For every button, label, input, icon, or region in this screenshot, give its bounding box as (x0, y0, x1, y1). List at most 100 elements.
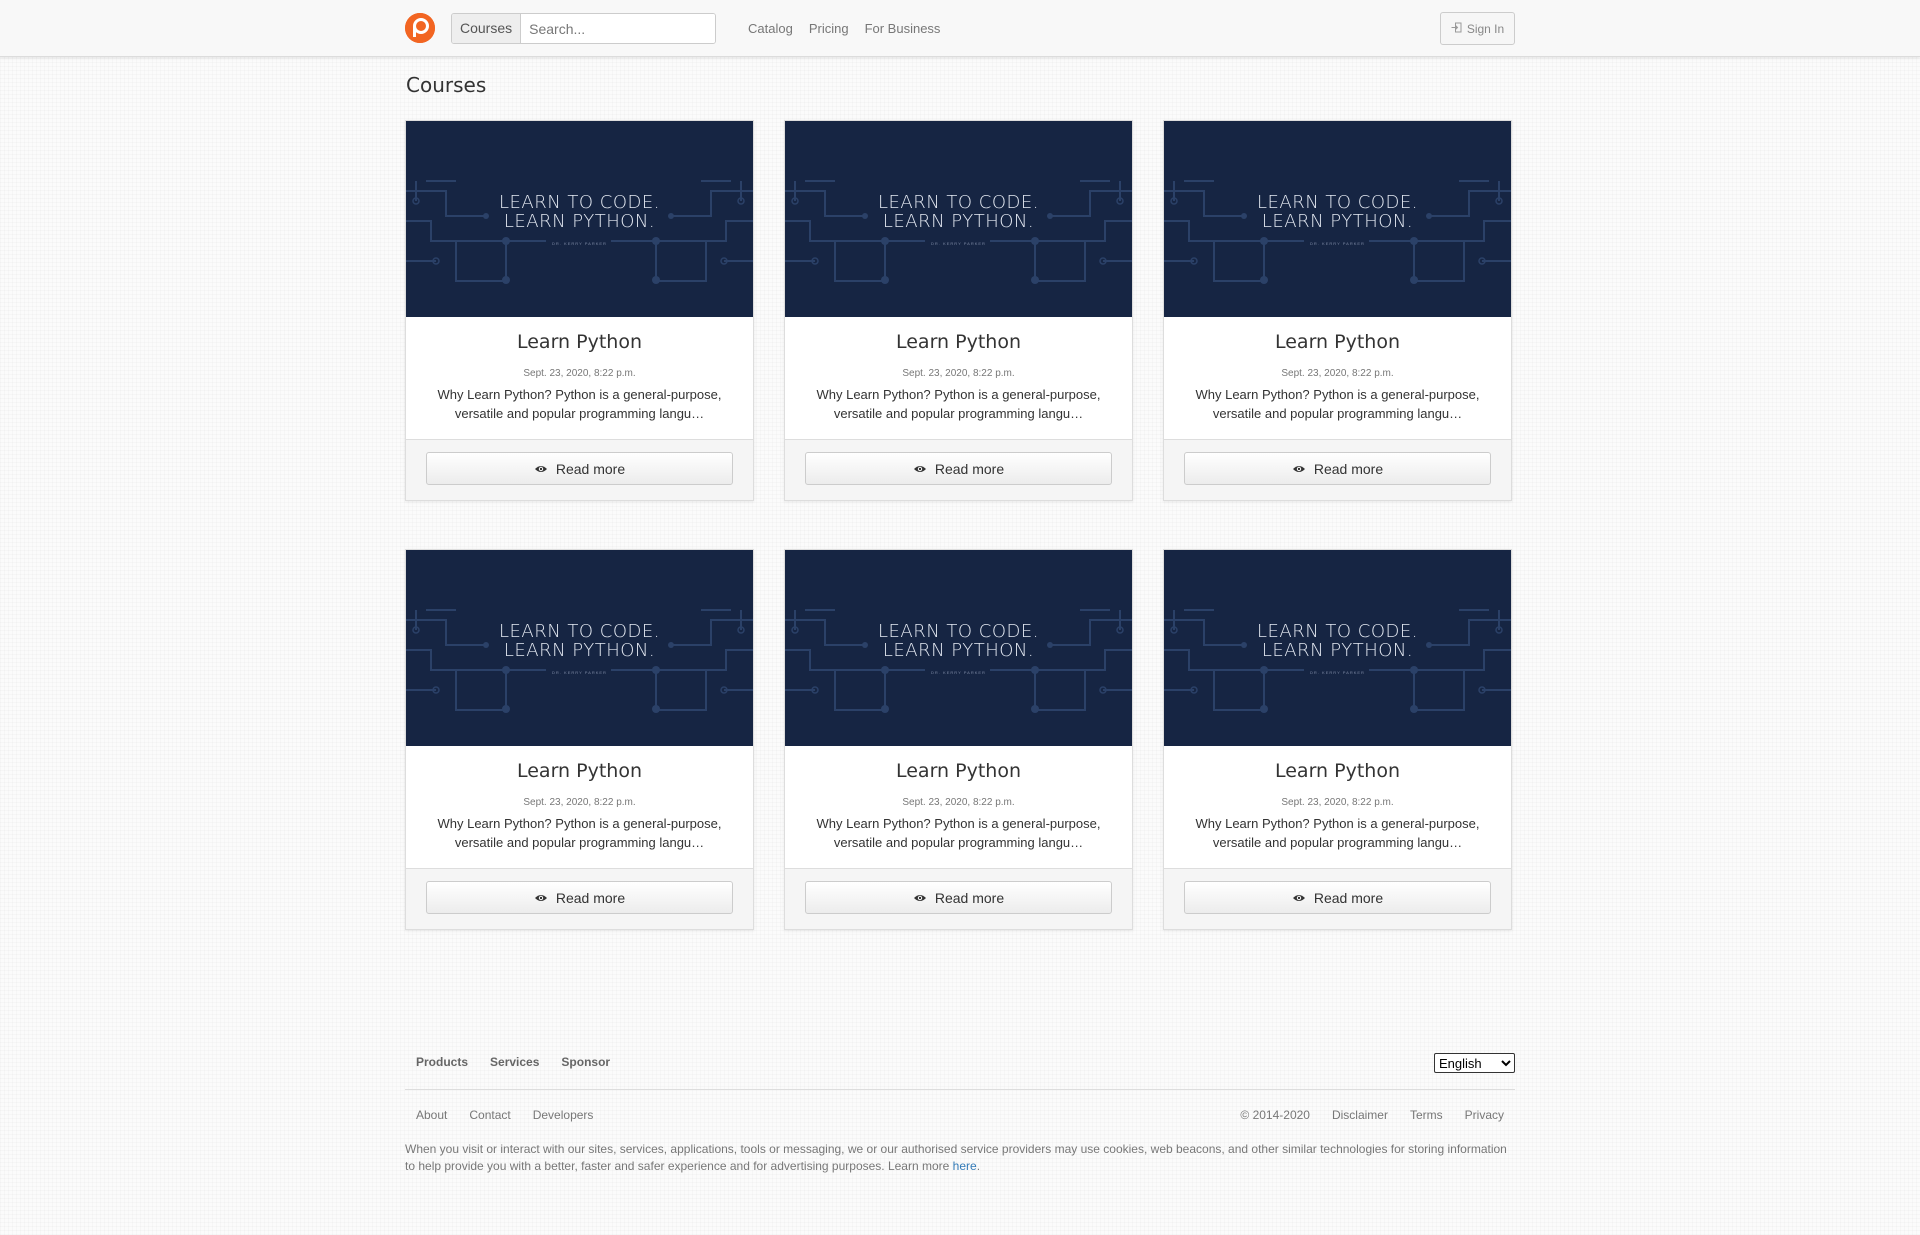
read-more-label: Read more (934, 889, 1005, 906)
course-card: LEARN TO CODE. LEARN PYTHON. DR. KERRY P… (1163, 120, 1512, 501)
card-footer: Read more (406, 439, 753, 500)
footer-link-products[interactable]: Products (416, 1055, 468, 1069)
nav-link-for-business[interactable]: For Business (865, 21, 941, 36)
card-footer: Read more (1164, 868, 1511, 929)
card-footer: Read more (785, 439, 1132, 500)
course-banner-image[interactable]: LEARN TO CODE. LEARN PYTHON. DR. KERRY P… (406, 121, 753, 317)
eye-icon (534, 461, 548, 477)
banner-line1: LEARN TO CODE. (878, 621, 1039, 642)
footer-right-nav: © 2014-2020 Disclaimer Terms Privacy (1240, 1108, 1504, 1122)
read-more-label: Read more (555, 889, 626, 906)
top-navbar: Courses Catalog Pricing For Business Sig… (0, 0, 1920, 57)
course-description: Why Learn Python? Python is a general-pu… (437, 816, 722, 850)
course-card: LEARN TO CODE. LEARN PYTHON. DR. KERRY P… (405, 120, 754, 501)
banner-author: DR. KERRY PARKER (931, 241, 986, 246)
course-title[interactable]: Learn Python (406, 331, 753, 353)
course-description: Why Learn Python? Python is a general-pu… (816, 387, 1101, 421)
course-date: Sept. 23, 2020, 8:22 p.m. (1281, 797, 1394, 808)
course-date: Sept. 23, 2020, 8:22 p.m. (902, 797, 1015, 808)
course-banner-image[interactable]: LEARN TO CODE. LEARN PYTHON. DR. KERRY P… (785, 550, 1132, 746)
cookie-notice: When you visit or interact with our site… (405, 1141, 1517, 1175)
cookie-learn-more-link[interactable]: here (953, 1159, 977, 1173)
banner-line2: LEARN PYTHON. (882, 211, 1035, 232)
course-date: Sept. 23, 2020, 8:22 p.m. (523, 797, 636, 808)
footer-link-developers[interactable]: Developers (533, 1108, 594, 1122)
search-scope-label[interactable]: Courses (452, 14, 522, 43)
course-card: LEARN TO CODE. LEARN PYTHON. DR. KERRY P… (784, 120, 1133, 501)
banner-author: DR. KERRY PARKER (552, 670, 607, 675)
read-more-label: Read more (1313, 889, 1384, 906)
course-title[interactable]: Learn Python (1164, 760, 1511, 782)
language-select[interactable]: English (1434, 1053, 1515, 1073)
footer-link-disclaimer[interactable]: Disclaimer (1332, 1108, 1388, 1122)
eye-icon (1292, 461, 1306, 477)
search-group: Courses (451, 13, 716, 44)
banner-author: DR. KERRY PARKER (1310, 241, 1365, 246)
course-title[interactable]: Learn Python (785, 331, 1132, 353)
main-nav: Catalog Pricing For Business (748, 0, 940, 56)
banner-author: DR. KERRY PARKER (1310, 670, 1365, 675)
course-date: Sept. 23, 2020, 8:22 p.m. (523, 368, 636, 379)
footer-link-privacy[interactable]: Privacy (1465, 1108, 1504, 1122)
course-description: Why Learn Python? Python is a general-pu… (437, 387, 722, 421)
eye-icon (913, 890, 927, 906)
read-more-label: Read more (934, 460, 1005, 477)
course-description: Why Learn Python? Python is a general-pu… (1195, 816, 1480, 850)
sign-in-button[interactable]: Sign In (1440, 12, 1515, 45)
page-title: Courses (406, 73, 487, 97)
course-description: Why Learn Python? Python is a general-pu… (1195, 387, 1480, 421)
banner-line2: LEARN PYTHON. (1261, 211, 1414, 232)
course-card: LEARN TO CODE. LEARN PYTHON. DR. KERRY P… (784, 549, 1133, 930)
course-description: Why Learn Python? Python is a general-pu… (816, 816, 1101, 850)
course-banner-image[interactable]: LEARN TO CODE. LEARN PYTHON. DR. KERRY P… (785, 121, 1132, 317)
read-more-button[interactable]: Read more (426, 452, 733, 485)
course-date: Sept. 23, 2020, 8:22 p.m. (902, 368, 1015, 379)
read-more-button[interactable]: Read more (805, 452, 1112, 485)
read-more-button[interactable]: Read more (805, 881, 1112, 914)
course-banner-image[interactable]: LEARN TO CODE. LEARN PYTHON. DR. KERRY P… (1164, 121, 1511, 317)
brand-logo-icon[interactable] (405, 13, 435, 43)
read-more-label: Read more (1313, 460, 1384, 477)
footer-link-services[interactable]: Services (490, 1055, 539, 1069)
course-title[interactable]: Learn Python (785, 760, 1132, 782)
sign-in-icon (1451, 22, 1462, 36)
card-footer: Read more (1164, 439, 1511, 500)
eye-icon (1292, 890, 1306, 906)
footer-link-terms[interactable]: Terms (1410, 1108, 1443, 1122)
footer-left-nav: About Contact Developers (416, 1108, 593, 1122)
banner-line1: LEARN TO CODE. (499, 192, 660, 213)
read-more-button[interactable]: Read more (426, 881, 733, 914)
nav-link-catalog[interactable]: Catalog (748, 21, 793, 36)
cookie-notice-end: . (976, 1159, 981, 1173)
eye-icon (913, 461, 927, 477)
banner-author: DR. KERRY PARKER (552, 241, 607, 246)
eye-icon (534, 890, 548, 906)
footer-link-sponsor[interactable]: Sponsor (561, 1055, 610, 1069)
footer-link-contact[interactable]: Contact (469, 1108, 510, 1122)
copyright-text: © 2014-2020 (1240, 1108, 1310, 1122)
banner-line2: LEARN PYTHON. (503, 640, 656, 661)
course-title[interactable]: Learn Python (406, 760, 753, 782)
course-banner-image[interactable]: LEARN TO CODE. LEARN PYTHON. DR. KERRY P… (1164, 550, 1511, 746)
course-card: LEARN TO CODE. LEARN PYTHON. DR. KERRY P… (405, 549, 754, 930)
footer-link-about[interactable]: About (416, 1108, 447, 1122)
banner-author: DR. KERRY PARKER (931, 670, 986, 675)
banner-line1: LEARN TO CODE. (878, 192, 1039, 213)
footer-top-nav: Products Services Sponsor (416, 1055, 610, 1069)
course-banner-image[interactable]: LEARN TO CODE. LEARN PYTHON. DR. KERRY P… (406, 550, 753, 746)
banner-line1: LEARN TO CODE. (1257, 192, 1418, 213)
course-date: Sept. 23, 2020, 8:22 p.m. (1281, 368, 1394, 379)
nav-link-pricing[interactable]: Pricing (809, 21, 849, 36)
sign-in-label: Sign In (1466, 21, 1505, 36)
banner-line2: LEARN PYTHON. (1261, 640, 1414, 661)
search-input[interactable] (521, 14, 715, 43)
footer-divider (405, 1089, 1515, 1090)
read-more-button[interactable]: Read more (1184, 881, 1491, 914)
banner-line1: LEARN TO CODE. (1257, 621, 1418, 642)
banner-line2: LEARN PYTHON. (882, 640, 1035, 661)
banner-line2: LEARN PYTHON. (503, 211, 656, 232)
card-footer: Read more (406, 868, 753, 929)
read-more-button[interactable]: Read more (1184, 452, 1491, 485)
card-footer: Read more (785, 868, 1132, 929)
course-title[interactable]: Learn Python (1164, 331, 1511, 353)
